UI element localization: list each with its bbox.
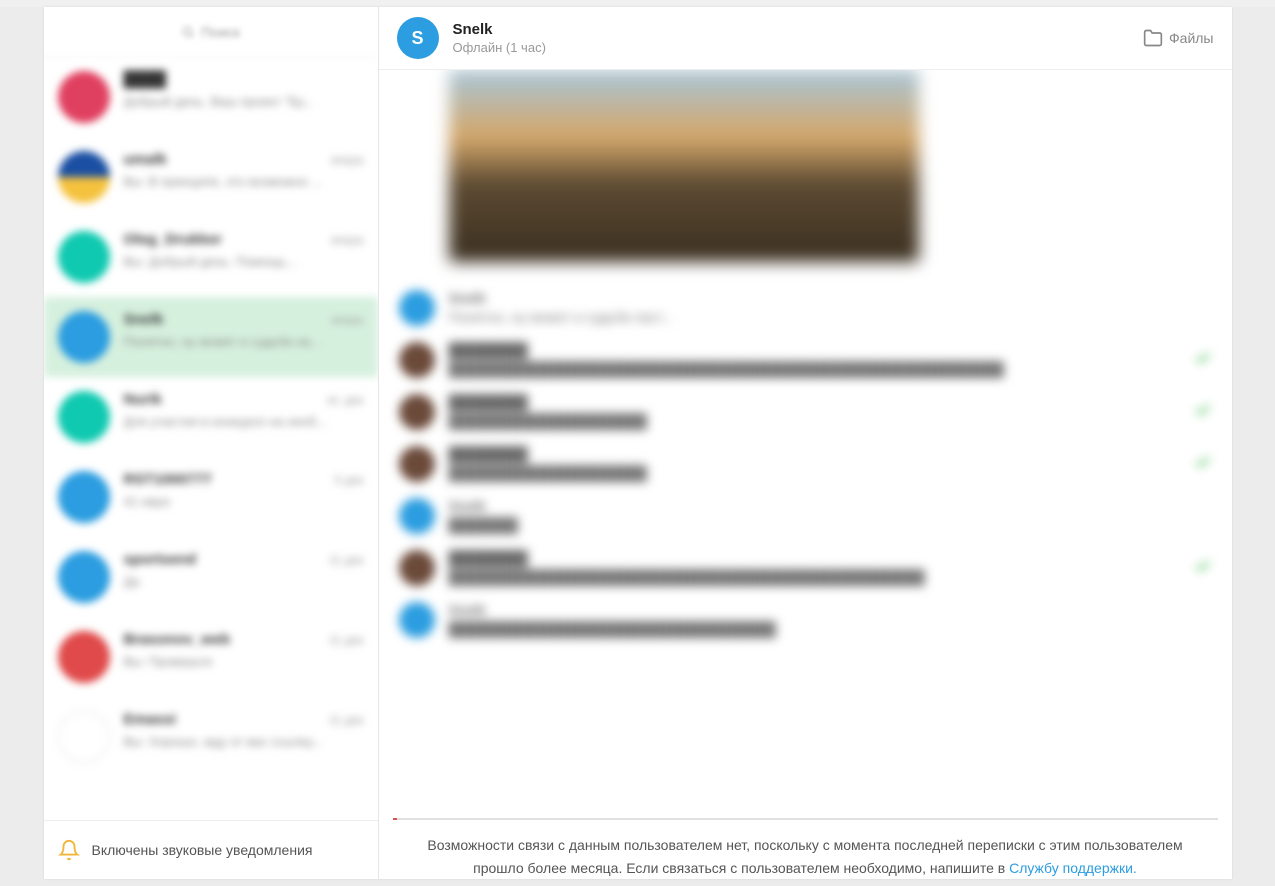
- chat-header: S Snelk Офлайн (1 час) Файлы: [379, 7, 1232, 70]
- message-author: Snelk: [449, 290, 486, 306]
- sound-notifications-label: Включены звуковые уведомления: [92, 842, 313, 858]
- message-text: ████████████████████: [449, 465, 1184, 481]
- chat-item-avatar: [58, 71, 110, 123]
- chat-list-item[interactable]: ████ Добрый день. Ваш проект "Бу...: [44, 57, 378, 137]
- messages-area[interactable]: Snelk Понятно, ну может и судьба паcт...…: [379, 70, 1232, 808]
- chat-item-avatar: [58, 391, 110, 443]
- chat-item-name: Nurik: [124, 391, 162, 408]
- search-bar[interactable]: Поиск: [44, 7, 378, 57]
- chat-item-name: sportsend: [124, 551, 197, 568]
- chat-item-preview: Да: [124, 574, 364, 589]
- files-label: Файлы: [1169, 30, 1213, 46]
- chat-item-name: ████: [124, 71, 167, 88]
- chat-list-item[interactable]: Snelk вчера Понятно, ну может и судьба н…: [44, 297, 378, 377]
- folder-icon: [1143, 28, 1163, 48]
- message-row: ████████ ███████████████████████████████…: [389, 542, 1222, 594]
- message-avatar: [399, 290, 435, 326]
- chat-item-avatar: [58, 311, 110, 363]
- image-attachment[interactable]: [449, 70, 919, 262]
- check-icon: [1194, 401, 1212, 424]
- chat-item-preview: 41 евро: [124, 494, 364, 509]
- check-icon: [1194, 557, 1212, 580]
- search-placeholder: Поиск: [201, 24, 240, 40]
- header-avatar-letter: S: [411, 28, 423, 49]
- chat-list-item[interactable]: Oleg_Drukker вчера Вы: Добрый день. Помо…: [44, 217, 378, 297]
- files-button[interactable]: Файлы: [1143, 28, 1213, 48]
- check-icon: [1194, 453, 1212, 476]
- chat-item-time: вчера: [331, 233, 363, 247]
- header-avatar[interactable]: S: [397, 17, 439, 59]
- chat-list-item[interactable]: sportsend 11 дек Да: [44, 537, 378, 617]
- message-text: ████████████████████: [449, 413, 1184, 429]
- chat-item-time: вчера: [331, 313, 363, 327]
- message-row: Snelk █████████████████████████████████: [389, 594, 1222, 646]
- sound-notifications-toggle[interactable]: Включены звуковые уведомления: [44, 820, 378, 879]
- chat-item-avatar: [58, 631, 110, 683]
- chat-item-name: umalk: [124, 151, 167, 168]
- message-avatar: [399, 394, 435, 430]
- message-author: ████████: [449, 446, 528, 462]
- header-info: Snelk Офлайн (1 час): [453, 21, 1144, 55]
- message-avatar: [399, 446, 435, 482]
- support-link[interactable]: Службу поддержки.: [1009, 860, 1137, 876]
- message-text: █████████████████████████████████: [449, 621, 1212, 637]
- chat-item-time: 5 дек: [335, 473, 364, 487]
- chat-list-item[interactable]: Brasonov_web 11 дек Вы: Проверьте: [44, 617, 378, 697]
- header-username[interactable]: Snelk: [453, 21, 1144, 38]
- conversation-panel: S Snelk Офлайн (1 час) Файлы Snelk: [379, 7, 1232, 879]
- chat-item-name: Brasonov_web: [124, 631, 231, 648]
- message-author: Snelk: [449, 602, 486, 618]
- sidebar: Поиск ████ Добрый день. Ваш проект "Бу..…: [44, 7, 379, 879]
- header-status: Офлайн (1 час): [453, 40, 1144, 55]
- message-row: Snelk ███████: [389, 490, 1222, 542]
- chat-item-time: 11 дек: [329, 633, 364, 647]
- chat-item-preview: Вы: В принципе, это возможно ...: [124, 174, 364, 189]
- chat-item-avatar: [58, 551, 110, 603]
- message-avatar: [399, 602, 435, 638]
- chat-item-preview: Добрый день. Ваш проект "Бу...: [124, 94, 364, 109]
- chat-list: ████ Добрый день. Ваш проект "Бу... umal…: [44, 57, 378, 820]
- message-avatar: [399, 550, 435, 586]
- check-icon: [1194, 349, 1212, 372]
- message-text: ████████████████████████████████████████…: [449, 361, 1184, 377]
- message-row: ████████ ████████████████████: [389, 386, 1222, 438]
- chat-item-name: Oleg_Drukker: [124, 231, 222, 248]
- message-row: Snelk Понятно, ну может и судьба паcт...: [389, 282, 1222, 334]
- message-row: ████████ ████████████████████: [389, 438, 1222, 490]
- chat-item-preview: Вы: Хорошо, жду от вас ссылку...: [124, 734, 364, 749]
- message-author: ████████: [449, 394, 528, 410]
- message-author: ████████: [449, 342, 528, 358]
- chat-list-item[interactable]: umalk вчера Вы: В принципе, это возможно…: [44, 137, 378, 217]
- chat-item-avatar: [58, 231, 110, 283]
- message-avatar: [399, 342, 435, 378]
- chat-item-preview: Вы: Добрый день. Помощь...: [124, 254, 364, 269]
- chat-item-name: Snelk: [124, 311, 164, 328]
- chat-item-time: вт, дек: [328, 393, 364, 407]
- message-avatar: [399, 498, 435, 534]
- message-author: ████████: [449, 550, 528, 566]
- chat-item-avatar: [58, 151, 110, 203]
- message-author: Snelk: [449, 498, 486, 514]
- chat-item-preview: Вы: Проверьте: [124, 654, 364, 669]
- chat-item-time: 11 дек: [329, 553, 364, 567]
- chat-item-name: Emassi: [124, 711, 177, 728]
- message-text: Понятно, ну может и судьба паcт...: [449, 309, 1212, 325]
- message-row: ████████ ███████████████████████████████…: [389, 334, 1222, 386]
- message-text: ███████: [449, 517, 1212, 533]
- chat-list-item[interactable]: Emassi 11 дек Вы: Хорошо, жду от вас ссы…: [44, 697, 378, 777]
- chat-item-time: вчера: [331, 153, 363, 167]
- chat-item-preview: Для участия в конкурсе на необ...: [124, 414, 364, 429]
- chat-item-preview: Понятно, ну может и судьба на...: [124, 334, 364, 349]
- chat-item-avatar: [58, 471, 110, 523]
- message-text: ████████████████████████████████████████…: [449, 569, 1184, 585]
- chat-item-avatar: [58, 711, 110, 763]
- contact-blocked-notice: Возможности связи с данным пользователем…: [393, 818, 1218, 879]
- search-icon: [181, 25, 195, 39]
- chat-list-item[interactable]: Nurik вт, дек Для участия в конкурсе на …: [44, 377, 378, 457]
- chat-list-item[interactable]: RST1000777 5 дек 41 евро: [44, 457, 378, 537]
- bell-icon: [58, 839, 80, 861]
- chat-item-name: RST1000777: [124, 471, 212, 488]
- chat-item-time: 11 дек: [329, 713, 364, 727]
